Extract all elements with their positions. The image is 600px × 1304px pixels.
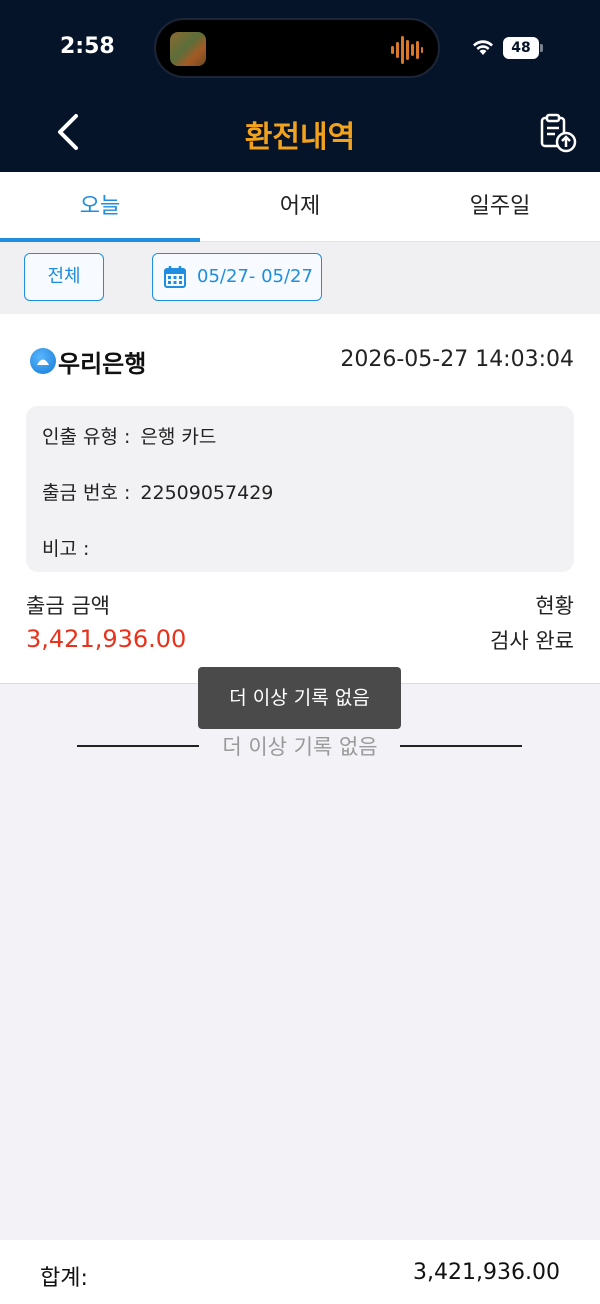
tab-yesterday[interactable]: 어제: [200, 172, 400, 242]
divider-right: [400, 745, 522, 747]
toast-message: 더 이상 기록 없음: [198, 667, 401, 729]
total-value: 3,421,936.00: [413, 1260, 560, 1285]
filter-all-button[interactable]: 전체: [24, 253, 104, 301]
transaction-details: 인출 유형 : 은행 카드 출금 번호 : 22509057429 비고 :: [26, 406, 574, 572]
detail-value: 22509057429: [140, 482, 274, 504]
bank-logo-icon: [30, 348, 56, 374]
calendar-icon: [164, 266, 186, 288]
audio-waveform-icon: [391, 36, 423, 64]
detail-row-remarks: 비고 :: [42, 534, 99, 561]
transaction-card[interactable]: 우리은행 2026-05-27 14:03:04 인출 유형 : 은행 카드 출금…: [0, 314, 600, 684]
detail-row-withdraw-number: 출금 번호 : 22509057429: [42, 478, 273, 505]
divider-left: [77, 745, 199, 747]
date-tabs: 오늘 어제 일주일: [0, 172, 600, 242]
bank-name: 우리은행: [58, 350, 147, 378]
now-playing-artwork: [170, 32, 206, 66]
date-range-label: 05/27- 05/27: [197, 266, 313, 287]
wifi-icon: [473, 40, 493, 55]
dynamic-island: [154, 18, 440, 78]
battery-tip: [540, 44, 543, 52]
tab-week[interactable]: 일주일: [400, 172, 600, 242]
detail-label: 인출 유형 :: [42, 426, 131, 448]
transaction-datetime: 2026-05-27 14:03:04: [340, 347, 574, 372]
amount-value: 3,421,936.00: [26, 625, 187, 653]
woori-logo-icon: [37, 359, 49, 365]
clipboard-upload-icon[interactable]: [536, 112, 578, 154]
top-bar: 2:58 48 환전내역: [0, 0, 600, 172]
status-time: 2:58: [60, 34, 115, 59]
total-footer: 합계: 3,421,936.00: [0, 1240, 600, 1304]
amount-label: 출금 금액: [26, 594, 110, 618]
end-of-list-text: 더 이상 기록 없음: [222, 735, 378, 759]
detail-label: 출금 번호 :: [42, 482, 131, 504]
page-title: 환전내역: [244, 120, 356, 155]
status-value: 검사 완료: [490, 629, 574, 653]
status-label: 현황: [535, 594, 574, 618]
detail-label: 비고 :: [42, 538, 90, 560]
filter-bar: 전체 05/27- 05/27: [0, 242, 600, 314]
battery-indicator: 48: [503, 37, 539, 59]
date-range-button[interactable]: 05/27- 05/27: [152, 253, 322, 301]
detail-value: 은행 카드: [140, 426, 217, 448]
detail-row-withdraw-type: 인출 유형 : 은행 카드: [42, 422, 216, 449]
total-label: 합계:: [40, 1266, 88, 1291]
tab-today[interactable]: 오늘: [0, 172, 200, 242]
